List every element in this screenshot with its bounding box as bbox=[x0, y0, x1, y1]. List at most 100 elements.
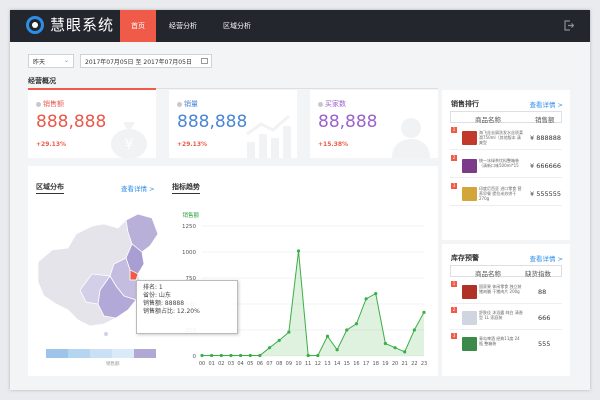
tooltip-sales: 销售额: 88888 bbox=[143, 300, 185, 307]
kpi-card-volume[interactable]: 销量 888,888 +29.13% bbox=[169, 90, 297, 158]
info-icon bbox=[318, 101, 323, 107]
rank-badge: 3 bbox=[451, 333, 457, 339]
nav-region-analysis[interactable]: 区域分析 bbox=[210, 10, 264, 42]
list-item[interactable]: 1 国家果 休闲零食 独立装猪肉脯 干猪肉片 200g 88 bbox=[450, 280, 562, 304]
x-tick-label: 07 bbox=[266, 361, 272, 367]
x-tick-label: 11 bbox=[305, 361, 311, 367]
x-tick-label: 13 bbox=[324, 361, 330, 367]
rank-badge: 2 bbox=[451, 155, 457, 161]
kpi-label: 销售额 bbox=[36, 99, 64, 109]
product-sales: ¥ 555555 bbox=[530, 190, 562, 198]
map-legend bbox=[46, 349, 156, 358]
data-point bbox=[422, 310, 426, 314]
list-item[interactable]: 2 舒肤佳 沐浴露 纯白 清香型 1L 家庭装 666 bbox=[450, 306, 562, 330]
trend-title: 指标趋势 bbox=[172, 183, 200, 194]
x-tick-label: 17 bbox=[363, 361, 369, 367]
data-point bbox=[210, 353, 214, 358]
rank-badge: 3 bbox=[451, 183, 457, 189]
x-tick-label: 15 bbox=[344, 361, 350, 367]
filter-bar: 昨天 ⌄ 2017年07月05日 至 2017年07月05日 bbox=[28, 54, 212, 68]
product-name: 舒肤佳 沐浴露 纯白 清香型 1L 家庭装 bbox=[479, 310, 523, 320]
x-tick-label: 21 bbox=[402, 361, 408, 367]
logo[interactable]: 慧眼系统 bbox=[26, 14, 114, 35]
legend-swatch[interactable] bbox=[46, 349, 68, 358]
tooltip-share: 销售额占比: 12.20% bbox=[143, 308, 200, 315]
analysis-panel: 区域分布 查看详情 > 指标趋势 销售额 销售额0250500750100012… bbox=[28, 166, 438, 376]
kpi-label: 销量 bbox=[177, 99, 198, 109]
money-bag-icon: ¥ bbox=[111, 122, 147, 158]
y-tick-label: 1250 bbox=[182, 224, 196, 230]
shortage-index: 555 bbox=[538, 340, 551, 348]
y-tick-label: 1000 bbox=[182, 250, 196, 256]
shortage-index: 88 bbox=[538, 288, 547, 296]
x-tick-label: 08 bbox=[276, 361, 282, 367]
period-value: 昨天 bbox=[33, 59, 46, 66]
x-tick-label: 03 bbox=[228, 361, 234, 367]
x-tick-label: 00 bbox=[199, 361, 205, 367]
x-tick-label: 18 bbox=[373, 361, 379, 367]
date-range-picker[interactable]: 2017年07月05日 至 2017年07月05日 bbox=[80, 54, 212, 68]
nav-home[interactable]: 首页 bbox=[120, 10, 156, 42]
product-sales: ¥ 666666 bbox=[530, 162, 562, 170]
product-thumbnail bbox=[462, 131, 477, 145]
data-point bbox=[248, 353, 252, 358]
kpi-card-buyers[interactable]: 买家数 88,888 +15.38% bbox=[310, 90, 438, 158]
kpi-label-text: 销售额 bbox=[43, 100, 64, 108]
product-name: 海飞丝去屑洗发水丝质柔滑750ml（其他版本 清爽型 bbox=[479, 130, 523, 145]
data-point bbox=[287, 330, 291, 334]
overview-title: 经营概况 bbox=[28, 77, 56, 85]
region-title: 区域分布 bbox=[36, 183, 64, 194]
kpi-change: +15.38% bbox=[318, 141, 349, 148]
map-region-hainan[interactable] bbox=[104, 332, 108, 336]
product-name: 统一冰绿茶饮料整箱装（清新口味500ml*15 bbox=[479, 158, 519, 168]
stock-warning-detail-link[interactable]: 查看详情 > bbox=[529, 253, 563, 263]
data-point bbox=[325, 334, 330, 338]
main-nav: 首页 经营分析 区域分析 bbox=[120, 10, 264, 42]
col-shortage-index: 缺货指数 bbox=[525, 270, 551, 278]
stock-warning-header: 商品名称 缺货指数 bbox=[450, 265, 562, 278]
legend-swatch[interactable] bbox=[112, 349, 134, 358]
list-item[interactable]: 2 统一冰绿茶饮料整箱装（清新口味500ml*15 ¥ 666666 bbox=[450, 154, 562, 178]
x-tick-label: 05 bbox=[247, 361, 253, 367]
x-tick-label: 09 bbox=[286, 361, 292, 367]
brand-name: 慧眼系统 bbox=[50, 16, 115, 34]
info-icon bbox=[177, 101, 182, 107]
data-point bbox=[403, 350, 407, 354]
kpi-card-sales[interactable]: 销售额 888,888 +29.13% ¥ bbox=[28, 90, 156, 158]
map-tooltip: 排名: 1 省份: 山东 销售额: 88888 销售额占比: 12.20% bbox=[136, 280, 238, 334]
region-detail-link[interactable]: 查看详情 > bbox=[121, 183, 155, 193]
data-point bbox=[345, 328, 349, 332]
legend-swatch[interactable] bbox=[68, 349, 90, 358]
product-thumbnail bbox=[462, 159, 477, 173]
sales-rank-detail-link[interactable]: 查看详情 > bbox=[529, 99, 563, 109]
data-point bbox=[393, 346, 397, 350]
app-frame: 慧眼系统 首页 经营分析 区域分析 昨天 ⌄ 2017年07月05日 至 201… bbox=[10, 10, 590, 390]
list-item[interactable]: 3 青岛啤酒 经典11度 24瓶 整箱装 555 bbox=[450, 332, 562, 356]
rank-badge: 1 bbox=[451, 127, 457, 133]
chevron-down-icon: ⌄ bbox=[63, 57, 69, 64]
nav-business-analysis[interactable]: 经营分析 bbox=[156, 10, 210, 42]
product-thumbnail bbox=[462, 337, 477, 351]
range-end: 2017年07月05日 bbox=[143, 59, 192, 66]
x-tick-label: 14 bbox=[334, 361, 340, 367]
y-tick-label: 0 bbox=[193, 354, 197, 360]
period-select[interactable]: 昨天 ⌄ bbox=[28, 54, 74, 68]
list-item[interactable]: 1 海飞丝去屑洗发水丝质柔滑750ml（其他版本 清爽型 ¥ 888888 bbox=[450, 126, 562, 150]
list-item[interactable]: 3 印度尼西亚 进口零食 营养早餐 提拉米苏饼干 270g ¥ 555555 bbox=[450, 182, 562, 206]
sales-rank-title: 销售排行 bbox=[451, 100, 479, 108]
legend-swatch[interactable] bbox=[134, 349, 156, 358]
product-name: 青岛啤酒 经典11度 24瓶 整箱装 bbox=[479, 336, 520, 346]
legend-label: 销售额 bbox=[106, 362, 120, 367]
data-point bbox=[412, 328, 416, 332]
bar-trend-icon bbox=[246, 114, 291, 158]
data-point bbox=[335, 348, 339, 352]
info-icon bbox=[36, 101, 41, 107]
data-point bbox=[200, 353, 204, 358]
svg-text:¥: ¥ bbox=[125, 137, 134, 153]
kpi-label-text: 买家数 bbox=[325, 100, 346, 108]
logout-icon[interactable] bbox=[564, 20, 574, 31]
data-point bbox=[229, 353, 233, 358]
legend-swatch[interactable] bbox=[90, 349, 112, 358]
user-icon bbox=[392, 118, 430, 158]
data-point bbox=[364, 297, 368, 301]
